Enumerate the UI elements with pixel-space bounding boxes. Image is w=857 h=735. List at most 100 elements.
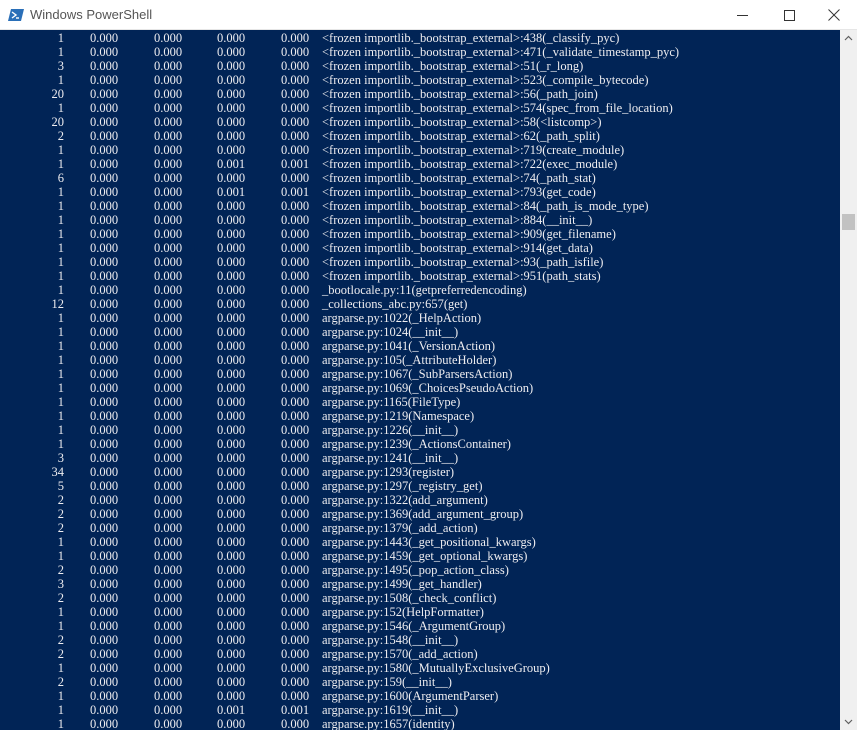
stats-row: 1 0.000 0.000 0.000 0.000 argparse.py:1459(_g… <box>0 549 840 563</box>
stats-row: 20 0.000 0.000 0.000 0.000 <frozen importlib.… <box>0 87 840 101</box>
stats-row: 3 0.000 0.000 0.000 0.000 argparse.py:1241(__… <box>0 451 840 465</box>
percall-cell: 0.000 <box>154 717 183 730</box>
ncalls-cell: 1 <box>57 353 64 367</box>
ncalls-cell: 1 <box>57 409 64 423</box>
tottime-cell: 0.000 <box>90 199 119 213</box>
percall-cumulative-cell: 0.000 <box>281 465 310 479</box>
tottime-cell: 0.000 <box>90 591 119 605</box>
cumtime-cell: 0.000 <box>217 213 246 227</box>
percall-cell: 0.000 <box>154 255 183 269</box>
percall-cumulative-cell: 0.000 <box>281 381 310 395</box>
percall-cell: 0.000 <box>154 269 183 283</box>
function-name-cell: <frozen importlib._bootstrap_external>:5… <box>322 73 649 87</box>
maximize-button[interactable] <box>766 0 812 30</box>
vertical-scrollbar[interactable] <box>840 30 857 730</box>
stats-row: 1 0.000 0.000 0.000 0.000 <frozen importlib._… <box>0 45 840 59</box>
percall-cell: 0.000 <box>154 395 183 409</box>
profile-stats-table: 1 0.000 0.000 0.000 0.000 <frozen importlib._… <box>0 31 840 730</box>
cumtime-cell: 0.000 <box>217 605 246 619</box>
cumtime-cell: 0.000 <box>217 339 246 353</box>
ncalls-cell: 2 <box>57 675 64 689</box>
ncalls-cell: 12 <box>51 297 65 311</box>
tottime-cell: 0.000 <box>90 535 119 549</box>
percall-cell: 0.000 <box>154 213 183 227</box>
percall-cell: 0.000 <box>154 339 183 353</box>
cumtime-cell: 0.000 <box>217 423 246 437</box>
tottime-cell: 0.000 <box>90 675 119 689</box>
function-name-cell: <frozen importlib._bootstrap_external>:7… <box>322 143 625 157</box>
percall-cumulative-cell: 0.000 <box>281 213 310 227</box>
ncalls-cell: 1 <box>57 535 64 549</box>
function-name-cell: <frozen importlib._bootstrap_external>:5… <box>322 87 598 101</box>
scroll-thumb[interactable] <box>842 214 855 230</box>
function-name-cell: <frozen importlib._bootstrap_external>:7… <box>322 157 618 171</box>
stats-row: 1 0.000 0.000 0.001 0.001 <frozen importlib._… <box>0 157 840 171</box>
percall-cell: 0.000 <box>154 423 183 437</box>
stats-row: 1 0.000 0.000 0.000 0.000 <frozen importlib._… <box>0 101 840 115</box>
stats-row: 1 0.000 0.000 0.000 0.000 argparse.py:1657(id… <box>0 717 840 730</box>
function-name-cell: argparse.py:1297(_registry_get) <box>322 479 483 493</box>
function-name-cell: _bootlocale.py:11(getpreferredencoding) <box>322 283 527 297</box>
percall-cumulative-cell: 0.001 <box>281 703 310 717</box>
percall-cumulative-cell: 0.000 <box>281 647 310 661</box>
cumtime-cell: 0.000 <box>217 521 246 535</box>
percall-cell: 0.000 <box>154 129 183 143</box>
percall-cell: 0.000 <box>154 87 183 101</box>
percall-cumulative-cell: 0.000 <box>281 423 310 437</box>
stats-row: 1 0.000 0.000 0.000 0.000 _bootlocale.py:11(g… <box>0 283 840 297</box>
tottime-cell: 0.000 <box>90 227 119 241</box>
minimize-button[interactable] <box>719 0 765 30</box>
function-name-cell: argparse.py:1657(identity) <box>322 717 455 730</box>
tottime-cell: 0.000 <box>90 129 119 143</box>
cumtime-cell: 0.000 <box>217 101 246 115</box>
tottime-cell: 0.000 <box>90 157 119 171</box>
tottime-cell: 0.000 <box>90 325 119 339</box>
ncalls-cell: 1 <box>57 437 64 451</box>
tottime-cell: 0.000 <box>90 703 119 717</box>
tottime-cell: 0.000 <box>90 661 119 675</box>
function-name-cell: argparse.py:1219(Namespace) <box>322 409 475 423</box>
percall-cell: 0.000 <box>154 493 183 507</box>
tottime-cell: 0.000 <box>90 171 119 185</box>
cumtime-cell: 0.000 <box>217 381 246 395</box>
function-name-cell: <frozen importlib._bootstrap_external>:5… <box>322 101 673 115</box>
cumtime-cell: 0.000 <box>217 717 246 730</box>
stats-row: 1 0.000 0.000 0.000 0.000 argparse.py:1022(_H… <box>0 311 840 325</box>
close-button[interactable] <box>811 0 857 30</box>
percall-cell: 0.000 <box>154 157 183 171</box>
tottime-cell: 0.000 <box>90 59 119 73</box>
console-output[interactable]: 1 0.000 0.000 0.000 0.000 <frozen importlib._… <box>0 30 840 730</box>
ncalls-cell: 1 <box>57 339 64 353</box>
stats-row: 1 0.000 0.000 0.000 0.000 argparse.py:105(_At… <box>0 353 840 367</box>
minimize-icon <box>736 10 748 21</box>
ncalls-cell: 2 <box>57 647 64 661</box>
percall-cumulative-cell: 0.000 <box>281 479 310 493</box>
percall-cumulative-cell: 0.000 <box>281 87 310 101</box>
function-name-cell: argparse.py:1293(register) <box>322 465 455 479</box>
tottime-cell: 0.000 <box>90 465 119 479</box>
tottime-cell: 0.000 <box>90 143 119 157</box>
cumtime-cell: 0.000 <box>217 661 246 675</box>
tottime-cell: 0.000 <box>90 479 119 493</box>
stats-row: 34 0.000 0.000 0.000 0.000 argparse.py:1293(r… <box>0 465 840 479</box>
cumtime-cell: 0.000 <box>217 563 246 577</box>
title-bar[interactable]: Windows PowerShell <box>0 0 857 30</box>
ncalls-cell: 5 <box>57 479 64 493</box>
percall-cumulative-cell: 0.000 <box>281 535 310 549</box>
cumtime-cell: 0.000 <box>217 577 246 591</box>
stats-row: 3 0.000 0.000 0.000 0.000 argparse.py:1499(_g… <box>0 577 840 591</box>
ncalls-cell: 1 <box>57 101 64 115</box>
stats-row: 6 0.000 0.000 0.000 0.000 <frozen importlib._… <box>0 171 840 185</box>
percall-cell: 0.000 <box>154 479 183 493</box>
percall-cumulative-cell: 0.000 <box>281 339 310 353</box>
scroll-up-button[interactable] <box>840 30 857 47</box>
tottime-cell: 0.000 <box>90 647 119 661</box>
ncalls-cell: 1 <box>57 213 64 227</box>
percall-cumulative-cell: 0.000 <box>281 591 310 605</box>
powershell-icon[interactable] <box>8 7 24 23</box>
tottime-cell: 0.000 <box>90 549 119 563</box>
percall-cell: 0.000 <box>154 647 183 661</box>
percall-cumulative-cell: 0.000 <box>281 675 310 689</box>
percall-cell: 0.000 <box>154 633 183 647</box>
scroll-down-button[interactable] <box>840 713 857 730</box>
